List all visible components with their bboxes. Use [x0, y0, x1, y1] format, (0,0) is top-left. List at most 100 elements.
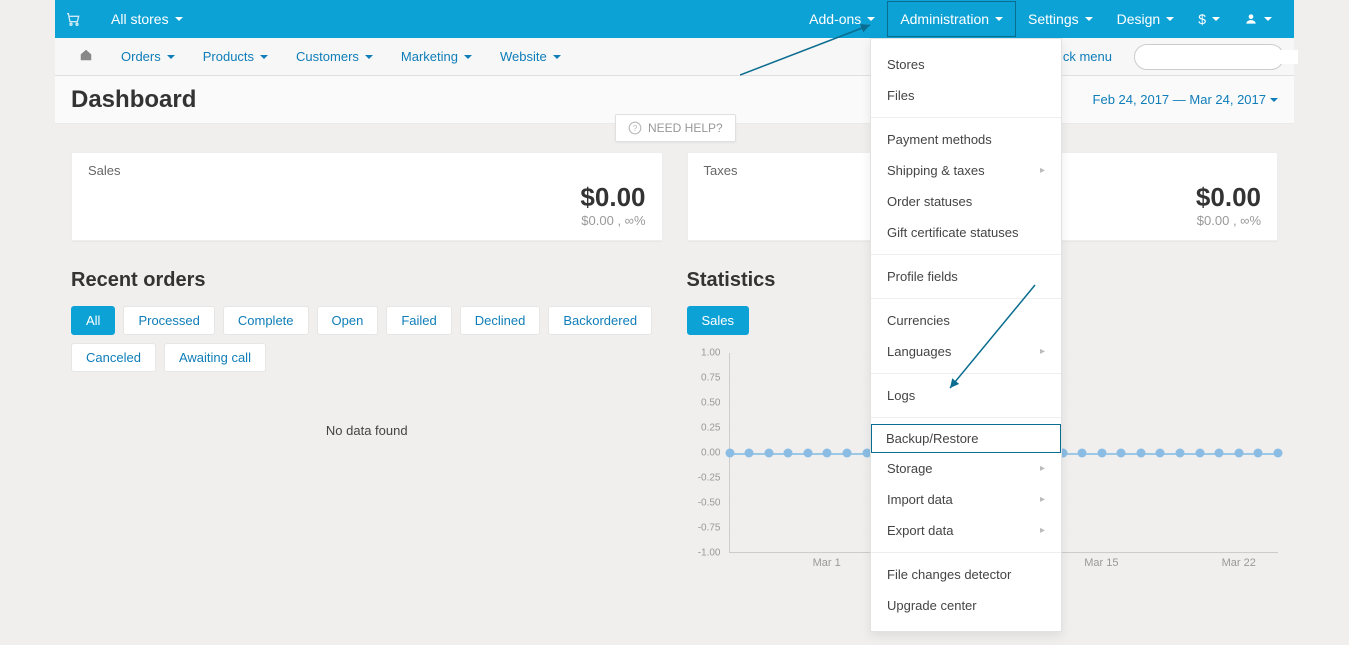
administration-dropdown: StoresFiles Payment methodsShipping & tax… — [870, 38, 1062, 632]
admin-menu-payment-methods[interactable]: Payment methods — [871, 124, 1061, 155]
user-icon — [1244, 12, 1258, 26]
stats-tab-sales[interactable]: Sales — [687, 306, 750, 335]
nav-orders[interactable]: Orders — [107, 39, 189, 74]
addons-label: Add-ons — [809, 11, 861, 27]
chart-point — [1078, 449, 1087, 458]
chart-point — [1215, 449, 1224, 458]
nav-website[interactable]: Website — [486, 39, 575, 74]
chart-point — [1195, 449, 1204, 458]
admin-menu-shipping-taxes[interactable]: Shipping & taxes — [871, 155, 1061, 186]
menu-separator — [871, 254, 1061, 255]
chart-point — [784, 449, 793, 458]
admin-menu-storage[interactable]: Storage — [871, 453, 1061, 484]
chart-y-tick: -0.50 — [698, 498, 721, 509]
recent-tab-processed[interactable]: Processed — [123, 306, 214, 335]
admin-menu-upgrade-center[interactable]: Upgrade center — [871, 590, 1061, 621]
addons-menu[interactable]: Add-ons — [797, 2, 887, 36]
recent-tab-all[interactable]: All — [71, 306, 115, 335]
chart-point — [1274, 449, 1283, 458]
caret-icon — [553, 55, 561, 59]
sales-card-amount: $0.00 — [88, 182, 646, 213]
menu-separator — [871, 552, 1061, 553]
currency-menu[interactable]: $ — [1186, 2, 1232, 36]
admin-menu-files[interactable]: Files — [871, 80, 1061, 111]
settings-menu[interactable]: Settings — [1016, 2, 1105, 36]
chart-y-tick: 0.25 — [701, 423, 720, 434]
design-label: Design — [1117, 11, 1161, 27]
menu-separator — [871, 117, 1061, 118]
help-icon: ? — [628, 121, 642, 135]
chart-point — [745, 449, 754, 458]
chart-point — [843, 449, 852, 458]
chart-y-tick: -1.00 — [698, 548, 721, 559]
caret-icon — [867, 17, 875, 21]
caret-icon — [365, 55, 373, 59]
admin-menu-file-changes-detector[interactable]: File changes detector — [871, 559, 1061, 590]
caret-icon — [1270, 98, 1278, 102]
recent-tab-open[interactable]: Open — [317, 306, 379, 335]
admin-menu-languages[interactable]: Languages — [871, 336, 1061, 367]
admin-menu-export-data[interactable]: Export data — [871, 515, 1061, 546]
chart-point — [1156, 449, 1165, 458]
admin-menu-profile-fields[interactable]: Profile fields — [871, 261, 1061, 292]
help-badge[interactable]: ? NEED HELP? — [615, 114, 736, 142]
chart-point — [1136, 449, 1145, 458]
caret-icon — [1212, 17, 1220, 21]
recent-orders-title: Recent orders — [71, 269, 663, 292]
design-menu[interactable]: Design — [1105, 2, 1187, 36]
recent-tab-declined[interactable]: Declined — [460, 306, 541, 335]
recent-orders-section: Recent orders All Processed Complete OpenFa… — [71, 269, 663, 571]
currency-label: $ — [1198, 11, 1206, 27]
recent-tab-failed[interactable]: Failed — [386, 306, 451, 335]
chart-point — [1254, 449, 1263, 458]
search-box[interactable] — [1134, 44, 1284, 70]
chart-point — [1097, 449, 1106, 458]
chart-y-tick: 1.00 — [701, 348, 720, 359]
nav-marketing[interactable]: Marketing — [387, 39, 486, 74]
admin-menu-logs[interactable]: Logs — [871, 380, 1061, 411]
cart-icon — [65, 11, 81, 28]
recent-tab-complete[interactable]: Complete — [223, 306, 309, 335]
home-icon[interactable] — [65, 38, 107, 75]
chart-point — [1176, 449, 1185, 458]
recent-orders-empty: No data found — [71, 408, 663, 438]
sales-card: Sales $0.00 $0.00 , ∞% — [71, 152, 663, 241]
settings-label: Settings — [1028, 11, 1079, 27]
help-label: NEED HELP? — [648, 121, 723, 135]
search-input[interactable] — [1143, 50, 1298, 64]
caret-icon — [260, 55, 268, 59]
recent-tab-canceled[interactable]: Canceled — [71, 343, 156, 372]
chart-x-tick: Mar 1 — [813, 557, 841, 569]
user-menu[interactable] — [1232, 3, 1284, 35]
chart-point — [1234, 449, 1243, 458]
chart-y-tick: 0.50 — [701, 398, 720, 409]
chart-point — [823, 449, 832, 458]
sales-card-label: Sales — [88, 163, 646, 178]
nav-customers[interactable]: Customers — [282, 39, 387, 74]
admin-menu-currencies[interactable]: Currencies — [871, 305, 1061, 336]
admin-menu-backup-restore[interactable]: Backup/Restore — [871, 424, 1061, 453]
chart-y-tick: 0.00 — [701, 448, 720, 459]
admin-menu-order-statuses[interactable]: Order statuses — [871, 186, 1061, 217]
date-range-picker[interactable]: Feb 24, 2017 — Mar 24, 2017 — [1093, 92, 1278, 107]
svg-text:?: ? — [633, 124, 638, 133]
nav-products[interactable]: Products — [189, 39, 282, 74]
chart-point — [764, 449, 773, 458]
admin-menu-import-data[interactable]: Import data — [871, 484, 1061, 515]
menu-separator — [871, 417, 1061, 418]
recent-tab-backordered[interactable]: Backordered — [548, 306, 652, 335]
chart-point — [1117, 449, 1126, 458]
chart-point — [803, 449, 812, 458]
chart-y-tick: -0.75 — [698, 523, 721, 534]
admin-menu-gift-certificate-statuses[interactable]: Gift certificate statuses — [871, 217, 1061, 248]
caret-icon — [1166, 17, 1174, 21]
administration-menu[interactable]: Administration — [887, 1, 1016, 37]
store-selector[interactable]: All stores — [99, 2, 195, 36]
chart-y-tick: -0.25 — [698, 473, 721, 484]
caret-icon — [1085, 17, 1093, 21]
caret-icon — [167, 55, 175, 59]
secondary-nav: Orders Products Customers Marketing Webs… — [55, 38, 1294, 76]
recent-orders-tabs: All Processed Complete OpenFailed DeclinedBa… — [71, 306, 663, 372]
admin-menu-stores[interactable]: Stores — [871, 49, 1061, 80]
recent-tab-awaiting-call[interactable]: Awaiting call — [164, 343, 266, 372]
